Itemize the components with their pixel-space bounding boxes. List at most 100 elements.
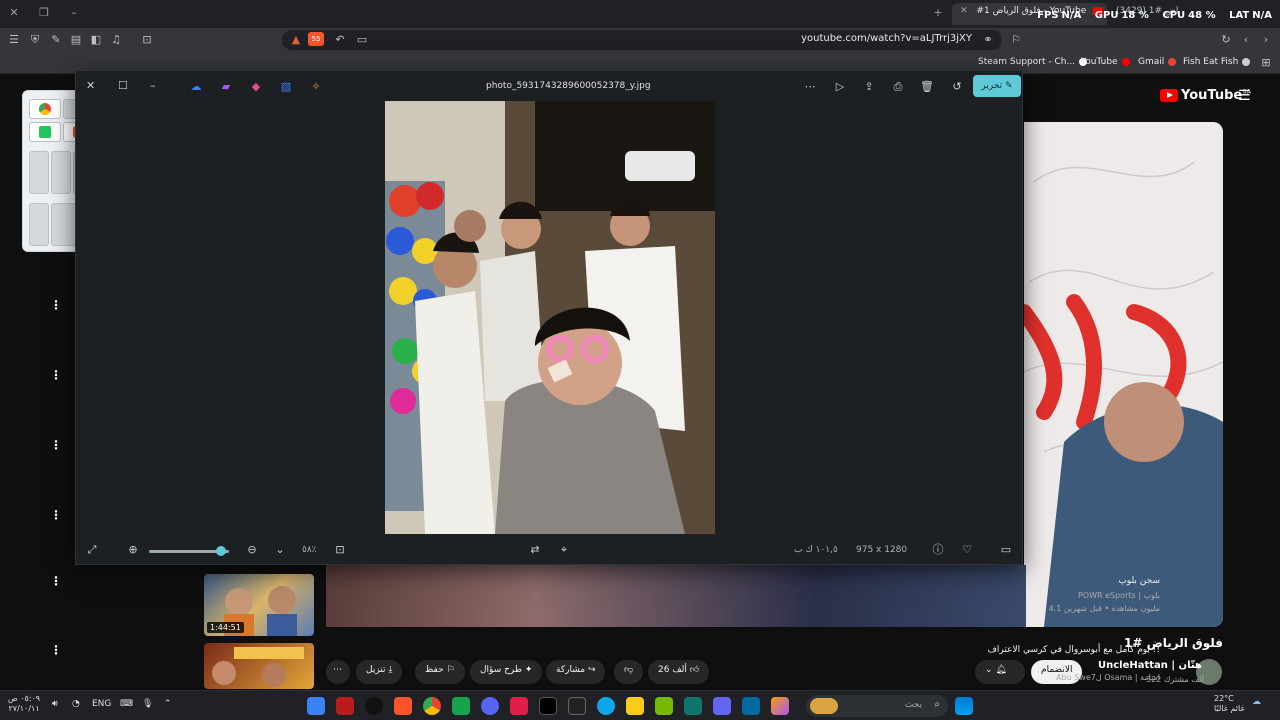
capcut-icon[interactable] xyxy=(568,697,586,715)
focus-icon[interactable]: ⌖ xyxy=(556,542,572,558)
snap-zone[interactable] xyxy=(29,122,61,142)
guide-menu-icon[interactable]: ☰ xyxy=(1238,88,1251,104)
clipchamp-icon[interactable]: ▰ xyxy=(218,79,234,95)
bookmark-fish[interactable]: Fish Eat Fish xyxy=(1183,57,1251,67)
weather-widget[interactable]: 22°C غائم غالبًا xyxy=(1214,694,1245,714)
snap-zone[interactable] xyxy=(51,203,77,246)
more-options-icon[interactable]: ⋮ xyxy=(50,574,62,588)
share-button[interactable]: مشاركة ↪ xyxy=(546,660,606,684)
new-tab-icon[interactable]: + xyxy=(930,6,946,22)
minimize-window-icon[interactable]: – xyxy=(66,6,82,22)
taskbar-app-icon[interactable] xyxy=(510,697,528,715)
channel-name[interactable]: UncleHattan | هتّان xyxy=(1098,660,1202,671)
print-icon[interactable]: ⎙ xyxy=(890,79,906,95)
fullscreen-icon[interactable]: ⤢ xyxy=(84,542,100,558)
taskbar-app-icon[interactable] xyxy=(336,697,354,715)
teams-icon[interactable] xyxy=(713,697,731,715)
like-button[interactable]: 26 ألف 👍︎ xyxy=(648,660,710,684)
tab-close-icon[interactable]: ✕ xyxy=(960,6,968,16)
onedrive-icon[interactable]: ☁ xyxy=(188,79,204,95)
volume-icon[interactable]: 🔊︎ xyxy=(52,699,58,709)
more-options-icon[interactable]: ⋮ xyxy=(50,508,62,522)
back-icon[interactable]: ‹ xyxy=(1238,32,1254,48)
link-icon[interactable]: ⚭ xyxy=(980,32,996,48)
tabs-icon[interactable]: ▤ xyxy=(68,32,84,48)
download-button[interactable]: تنزيل ⤓ xyxy=(356,660,403,684)
recommendation-thumbnail[interactable] xyxy=(204,643,314,689)
zoom-in-icon[interactable]: ⊕ xyxy=(125,542,141,558)
edge-icon[interactable] xyxy=(597,697,615,715)
snap-zone[interactable] xyxy=(51,151,71,194)
nvidia-icon[interactable] xyxy=(655,697,673,715)
zoom-level[interactable]: ٥٨٪ xyxy=(302,545,317,555)
more-options-icon[interactable]: ⋮ xyxy=(50,643,62,657)
cast-icon[interactable]: ▭ xyxy=(354,32,370,48)
forward-icon[interactable]: › xyxy=(1258,32,1274,48)
clock[interactable]: ٠٥:٠٩ ص ٢٧/١٠/١١ xyxy=(8,694,40,714)
chevron-down-icon[interactable]: ⌄ xyxy=(272,542,288,558)
maximize-icon[interactable]: ☐ xyxy=(118,79,128,92)
start-button-icon[interactable] xyxy=(955,697,973,715)
chevron-up-icon[interactable]: ⌃ xyxy=(164,699,172,709)
more-actions-button[interactable]: ⋯ xyxy=(326,660,350,684)
edit-button[interactable]: تحرير ✎ xyxy=(973,75,1021,97)
file-explorer-icon[interactable] xyxy=(626,697,644,715)
bookmark-steam[interactable]: Steam Support - Ch... xyxy=(978,57,1088,67)
share-icon[interactable]: ⇪ xyxy=(861,79,877,95)
screenshot-icon[interactable]: ⊡ xyxy=(139,32,155,48)
recommendation-channel[interactable]: Abu Swe7ل Osama | اسامة xyxy=(1056,673,1160,682)
microphone-icon[interactable]: 🎙︎ xyxy=(142,699,153,709)
snap-zone[interactable] xyxy=(29,203,49,246)
favorite-icon[interactable]: ♡ xyxy=(959,542,975,558)
ask-button[interactable]: طرح سؤال ✦ xyxy=(470,660,543,684)
bookmark-gmail[interactable]: Gmail xyxy=(1138,57,1177,67)
brave-shields-badge[interactable]: 55 xyxy=(308,32,324,46)
delete-icon[interactable]: 🗑︎ xyxy=(919,79,935,95)
snap-zone[interactable] xyxy=(29,151,49,194)
chrome-icon[interactable] xyxy=(423,697,441,715)
slideshow-icon[interactable]: ▷ xyxy=(832,79,848,95)
discord-icon[interactable] xyxy=(481,697,499,715)
zoom-out-icon[interactable]: ⊖ xyxy=(244,542,260,558)
rotate-icon[interactable]: ↺ xyxy=(949,79,965,95)
menu-icon[interactable]: ☰ xyxy=(6,32,22,48)
snap-zone[interactable] xyxy=(29,99,61,119)
taskbar-app-icon[interactable] xyxy=(365,697,383,715)
bookmark-icon[interactable]: ⚐ xyxy=(1008,32,1024,48)
close-icon[interactable]: ✕ xyxy=(86,79,95,92)
apps-icon[interactable]: ⊞ xyxy=(1258,55,1274,71)
keyboard-icon[interactable]: ⌨ xyxy=(120,699,133,709)
shield-icon[interactable]: ⛨ xyxy=(27,32,43,48)
restore-window-icon[interactable]: ❐ xyxy=(36,6,52,22)
language-indicator[interactable]: ENG xyxy=(92,699,111,709)
info-icon[interactable]: ⓘ xyxy=(930,542,946,558)
designer-icon[interactable]: ◆ xyxy=(248,79,264,95)
more-options-icon[interactable]: ⋮ xyxy=(50,298,62,312)
copilot-icon[interactable]: ✧ xyxy=(308,79,324,95)
sidebar-icon[interactable]: ◧ xyxy=(88,32,104,48)
taskbar-app-icon[interactable] xyxy=(684,697,702,715)
filmstrip-icon[interactable]: ▭ xyxy=(998,542,1014,558)
bookmark-youtube[interactable]: YouTube xyxy=(1081,57,1130,67)
address-bar[interactable]: ▲ 55 ↶ ▭ youtube.com/watch?v=aLJTrrj3jXY… xyxy=(282,30,1002,50)
recommendation-title[interactable]: سجن بلوپ xyxy=(1118,576,1160,586)
reload-icon[interactable]: ↻ xyxy=(1218,32,1234,48)
undo-icon[interactable]: ↶ xyxy=(332,32,348,48)
tiktok-icon[interactable] xyxy=(539,697,557,715)
recommendation-thumbnail[interactable]: 1:44:51 xyxy=(204,574,314,636)
minimize-icon[interactable]: – xyxy=(150,79,156,92)
photo-image[interactable] xyxy=(385,101,715,534)
more-icon[interactable]: ⋯ xyxy=(802,79,818,95)
dislike-button[interactable]: 👎︎ xyxy=(614,660,644,684)
more-options-icon[interactable]: ⋮ xyxy=(50,438,62,452)
compare-icon[interactable]: ⇄ xyxy=(527,542,543,558)
close-window-icon[interactable]: ✕ xyxy=(6,6,22,22)
more-options-icon[interactable]: ⋮ xyxy=(50,368,62,382)
paint-icon[interactable]: ▧ xyxy=(278,79,294,95)
brave-icon[interactable] xyxy=(394,697,412,715)
wifi-icon[interactable]: ◔ xyxy=(72,699,80,709)
extensions-icon[interactable]: ✎ xyxy=(48,32,64,48)
brave-rewards-icon[interactable]: ▲ xyxy=(288,32,304,48)
music-icon[interactable]: ♫ xyxy=(108,32,124,48)
recommendation-channel[interactable]: POWR eSports | بلوپ xyxy=(1078,591,1160,600)
